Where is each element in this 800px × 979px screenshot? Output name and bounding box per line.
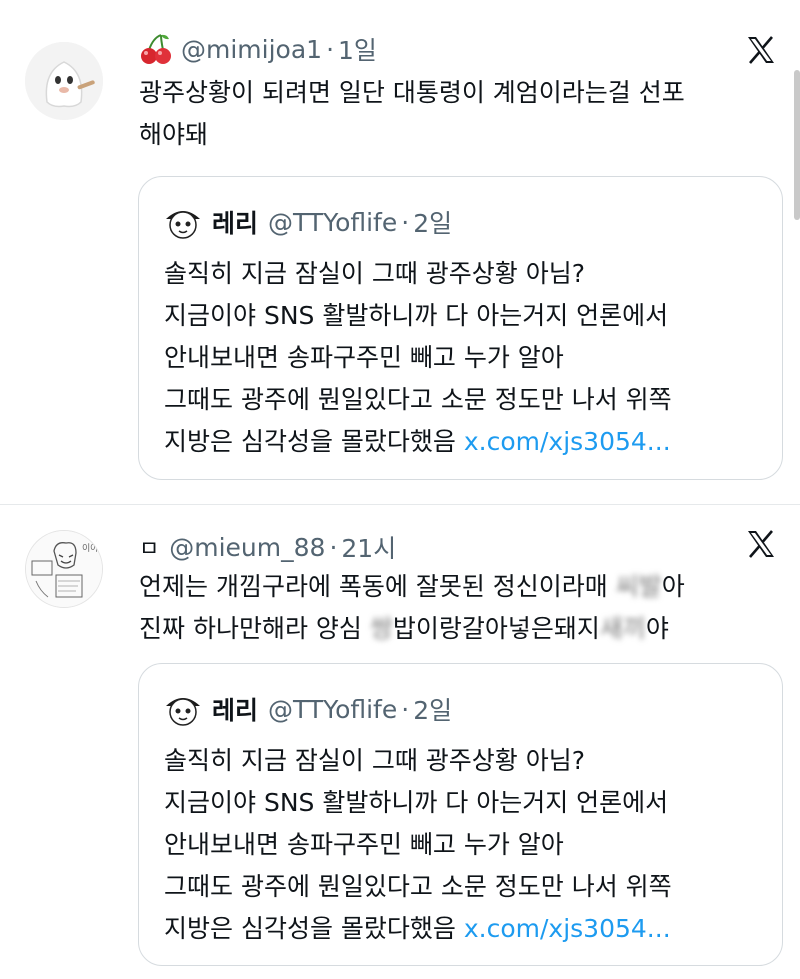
divider [0,504,800,505]
censored-text: 새끼 [599,614,646,643]
tweet-header: @mimijoa1 · 1일 [139,32,377,66]
timestamp[interactable]: 1일 [338,31,377,67]
badge: ㅁ [139,537,160,562]
quoted-timestamp[interactable]: 2일 [413,691,452,727]
x-logo-icon[interactable] [745,528,777,560]
quoted-author-name[interactable]: 레리 [212,204,258,240]
author-handle[interactable]: @mieum_88 [169,533,325,562]
tweet-text: 언제는 개낌구라에 폭동에 잘못된 정신이라매 씨발아 진짜 하나만해라 양심 … [139,572,685,643]
censored-text: 쌍 [369,614,393,643]
svg-text:이야: 이야 [82,543,99,554]
avatar[interactable] [164,690,202,728]
x-logo-icon[interactable] [745,34,777,66]
quoted-tweet[interactable]: 레리 @TTYoflife · 2일 솔직히 지금 잠실이 그때 광주상황 아님… [138,176,783,480]
tweet[interactable]: 이야 ㅁ @mieum_88 · 21시 언제는 개낌구라에 폭동에 잘못된 정… [0,506,800,979]
cherry-icon [139,32,173,66]
avatar[interactable] [164,203,202,241]
tweet-header: ㅁ @mieum_88 · 21시 [139,530,396,564]
quoted-timestamp[interactable]: 2일 [413,204,452,240]
quoted-tweet-header: 레리 @TTYoflife · 2일 [164,203,452,241]
quoted-tweet-text: 솔직히 지금 잠실이 그때 광주상황 아님? 지금이야 SNS 활발하니까 다 … [164,259,672,456]
avatar[interactable] [25,42,103,120]
tweet-link[interactable]: x.com/xjs3054... [464,914,671,943]
timestamp[interactable]: 21시 [341,529,396,565]
quoted-tweet-header: 레리 @TTYoflife · 2일 [164,690,452,728]
tweet-link[interactable]: x.com/xjs3054... [464,427,671,456]
quoted-tweet-text: 솔직히 지금 잠실이 그때 광주상황 아님? 지금이야 SNS 활발하니까 다 … [164,746,672,943]
quoted-tweet[interactable]: 레리 @TTYoflife · 2일 솔직히 지금 잠실이 그때 광주상황 아님… [138,663,783,966]
tweet[interactable]: @mimijoa1 · 1일 광주상황이 되려면 일단 대통령이 계엄이라는걸 … [0,0,800,505]
quoted-author-handle[interactable]: @TTYoflife [268,208,397,237]
quoted-author-handle[interactable]: @TTYoflife [268,695,397,724]
quoted-author-name[interactable]: 레리 [212,691,258,727]
censored-text: 씨발 [615,572,662,601]
tweet-text: 광주상황이 되려면 일단 대통령이 계엄이라는걸 선포 해야돼 [139,78,685,149]
avatar[interactable]: 이야 [25,530,103,608]
author-handle[interactable]: @mimijoa1 [181,35,322,64]
